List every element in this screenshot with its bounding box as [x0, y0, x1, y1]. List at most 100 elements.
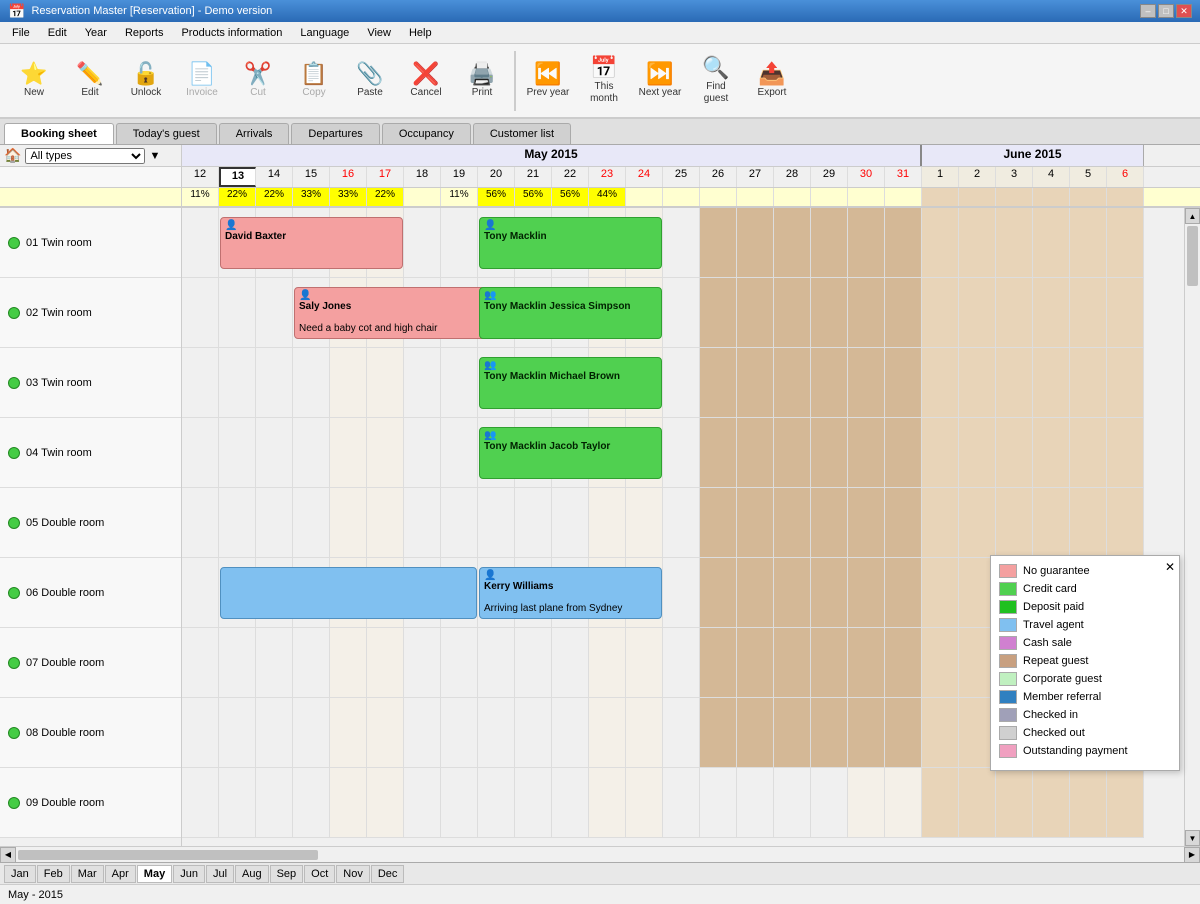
- cell-r1-d18[interactable]: [848, 278, 885, 347]
- cell-r6-d20[interactable]: [922, 628, 959, 697]
- cell-r4-d18[interactable]: [848, 488, 885, 557]
- prev-year-button[interactable]: ⏮️Prev year: [522, 48, 574, 113]
- cell-r6-d18[interactable]: [848, 628, 885, 697]
- tab-booking-sheet[interactable]: Booking sheet: [4, 123, 114, 144]
- cell-r3-d14[interactable]: [700, 418, 737, 487]
- cell-r1-d23[interactable]: [1033, 278, 1070, 347]
- cell-r0-d25[interactable]: [1107, 208, 1144, 277]
- cell-r3-d19[interactable]: [885, 418, 922, 487]
- cell-r2-d15[interactable]: [737, 348, 774, 417]
- reservation-r4[interactable]: 👥 Tony Macklin Jessica Simpson: [479, 287, 662, 339]
- cell-r1-d0[interactable]: [182, 278, 219, 347]
- cell-r4-d21[interactable]: [959, 488, 996, 557]
- cell-r3-d0[interactable]: [182, 418, 219, 487]
- cell-r2-d7[interactable]: [441, 348, 478, 417]
- day-cell-1[interactable]: 1: [922, 167, 959, 187]
- room-type-select[interactable]: All types: [25, 148, 145, 164]
- cell-r5-d13[interactable]: [663, 558, 700, 627]
- cell-r6-d5[interactable]: [367, 628, 404, 697]
- cell-r1-d13[interactable]: [663, 278, 700, 347]
- cell-r8-d8[interactable]: [478, 768, 515, 837]
- invoice-button[interactable]: 📄Invoice: [176, 48, 228, 113]
- bottom-tab-mar[interactable]: Mar: [71, 865, 104, 883]
- cell-r2-d16[interactable]: [774, 348, 811, 417]
- bottom-tab-jan[interactable]: Jan: [4, 865, 36, 883]
- day-cell-30[interactable]: 30: [848, 167, 885, 187]
- menu-item-year[interactable]: Year: [77, 25, 115, 41]
- paste-button[interactable]: 📎Paste: [344, 48, 396, 113]
- cell-r8-d2[interactable]: [256, 768, 293, 837]
- cell-r4-d14[interactable]: [700, 488, 737, 557]
- cell-r4-d15[interactable]: [737, 488, 774, 557]
- close-button[interactable]: ✕: [1176, 4, 1192, 18]
- cell-r8-d1[interactable]: [219, 768, 256, 837]
- tab-customer-list[interactable]: Customer list: [473, 123, 571, 144]
- scroll-right-arrow[interactable]: ▶: [1184, 847, 1200, 863]
- cell-r3-d1[interactable]: [219, 418, 256, 487]
- cell-r0-d21[interactable]: [959, 208, 996, 277]
- cell-r8-d17[interactable]: [811, 768, 848, 837]
- cell-r8-d11[interactable]: [589, 768, 626, 837]
- day-cell-5[interactable]: 5: [1070, 167, 1107, 187]
- cell-r8-d21[interactable]: [959, 768, 996, 837]
- export-button[interactable]: 📤Export: [746, 48, 798, 113]
- cell-r1-d22[interactable]: [996, 278, 1033, 347]
- cell-r7-d20[interactable]: [922, 698, 959, 767]
- cell-r3-d25[interactable]: [1107, 418, 1144, 487]
- cell-r8-d18[interactable]: [848, 768, 885, 837]
- cell-r4-d1[interactable]: [219, 488, 256, 557]
- scroll-up-arrow[interactable]: ▲: [1185, 208, 1200, 224]
- cell-r1-d19[interactable]: [885, 278, 922, 347]
- cell-r3-d5[interactable]: [367, 418, 404, 487]
- bottom-tab-jul[interactable]: Jul: [206, 865, 234, 883]
- vertical-scrollbar[interactable]: ▲ ▼: [1184, 208, 1200, 846]
- cell-r2-d1[interactable]: [219, 348, 256, 417]
- day-cell-2[interactable]: 2: [959, 167, 996, 187]
- cell-r0-d18[interactable]: [848, 208, 885, 277]
- cell-r4-d4[interactable]: [330, 488, 367, 557]
- cell-r7-d5[interactable]: [367, 698, 404, 767]
- cell-r7-d19[interactable]: [885, 698, 922, 767]
- day-cell-3[interactable]: 3: [996, 167, 1033, 187]
- cell-r2-d5[interactable]: [367, 348, 404, 417]
- cell-r0-d23[interactable]: [1033, 208, 1070, 277]
- cell-r6-d7[interactable]: [441, 628, 478, 697]
- cell-r4-d10[interactable]: [552, 488, 589, 557]
- cell-r8-d12[interactable]: [626, 768, 663, 837]
- cell-r2-d0[interactable]: [182, 348, 219, 417]
- cell-r3-d22[interactable]: [996, 418, 1033, 487]
- cell-r5-d15[interactable]: [737, 558, 774, 627]
- cell-r7-d16[interactable]: [774, 698, 811, 767]
- cell-r3-d3[interactable]: [293, 418, 330, 487]
- cell-r1-d14[interactable]: [700, 278, 737, 347]
- cell-r3-d7[interactable]: [441, 418, 478, 487]
- cell-r6-d6[interactable]: [404, 628, 441, 697]
- cell-r2-d20[interactable]: [922, 348, 959, 417]
- cell-r7-d2[interactable]: [256, 698, 293, 767]
- cell-r4-d3[interactable]: [293, 488, 330, 557]
- cell-r6-d8[interactable]: [478, 628, 515, 697]
- menu-item-help[interactable]: Help: [401, 25, 440, 41]
- cell-r4-d7[interactable]: [441, 488, 478, 557]
- cell-r6-d15[interactable]: [737, 628, 774, 697]
- cell-r8-d16[interactable]: [774, 768, 811, 837]
- cell-r0-d15[interactable]: [737, 208, 774, 277]
- cell-r8-d23[interactable]: [1033, 768, 1070, 837]
- cell-r3-d20[interactable]: [922, 418, 959, 487]
- cell-r7-d18[interactable]: [848, 698, 885, 767]
- cell-r2-d18[interactable]: [848, 348, 885, 417]
- cell-r3-d6[interactable]: [404, 418, 441, 487]
- cell-r5-d0[interactable]: [182, 558, 219, 627]
- tab-today's-guest[interactable]: Today's guest: [116, 123, 217, 144]
- cell-r3-d4[interactable]: [330, 418, 367, 487]
- cell-r7-d14[interactable]: [700, 698, 737, 767]
- cell-r8-d24[interactable]: [1070, 768, 1107, 837]
- cell-r4-d9[interactable]: [515, 488, 552, 557]
- cell-r1-d25[interactable]: [1107, 278, 1144, 347]
- cell-r1-d20[interactable]: [922, 278, 959, 347]
- cell-r2-d22[interactable]: [996, 348, 1033, 417]
- menu-item-view[interactable]: View: [359, 25, 399, 41]
- cell-r2-d21[interactable]: [959, 348, 996, 417]
- cell-r3-d16[interactable]: [774, 418, 811, 487]
- bottom-tab-dec[interactable]: Dec: [371, 865, 405, 883]
